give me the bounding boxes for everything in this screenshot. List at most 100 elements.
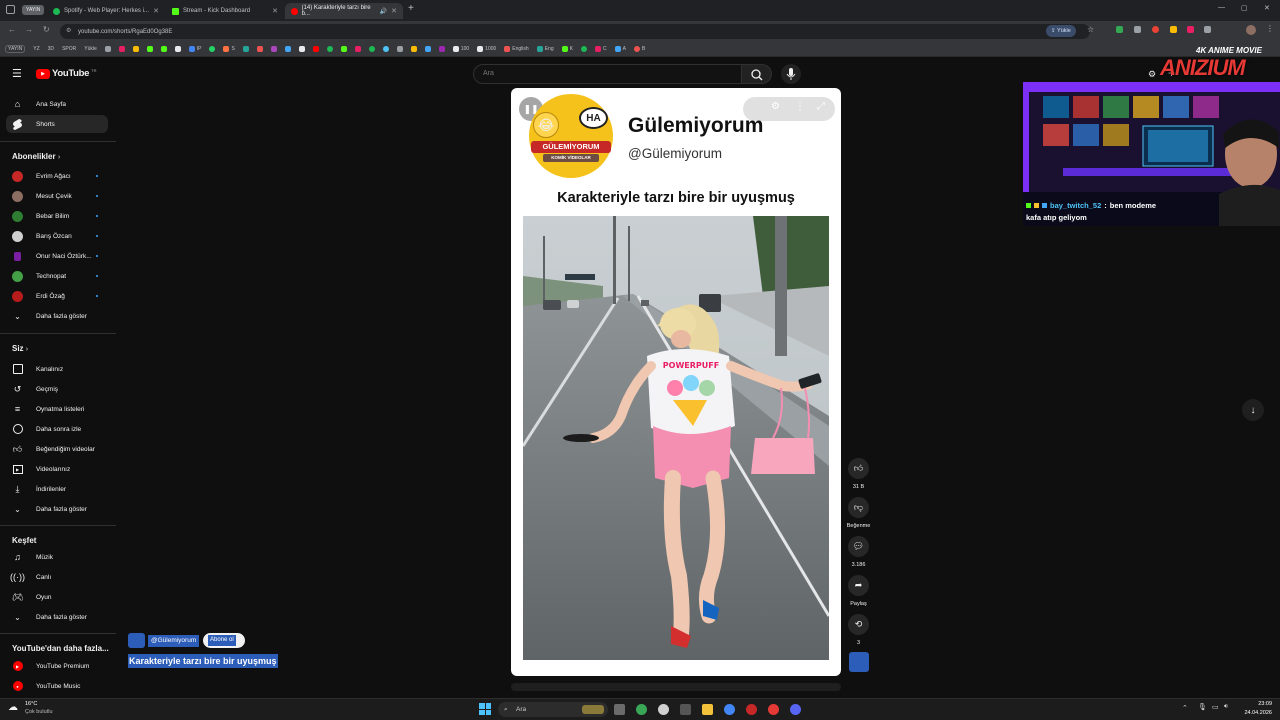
bookmark[interactable]: [146, 46, 153, 52]
sidebar-item-downloads[interactable]: ⤓ İndirilenler: [0, 480, 110, 498]
close-window-icon[interactable]: ✕: [1264, 4, 1270, 12]
clock-date[interactable]: 24.04.2026: [1236, 710, 1272, 716]
sidebar-item-subscription[interactable]: Barış Özcan: [0, 227, 110, 245]
chevron-up-icon[interactable]: ⌃: [1182, 704, 1188, 712]
like-button[interactable]: 👍︎: [848, 458, 869, 479]
terminal-icon[interactable]: [680, 704, 691, 715]
bookmark[interactable]: [270, 46, 277, 52]
more-options-icon[interactable]: ⋮: [795, 101, 805, 112]
star-icon[interactable]: ☆: [1087, 25, 1094, 34]
voice-search-button[interactable]: [781, 64, 801, 84]
bookmark[interactable]: 100: [452, 46, 469, 52]
bookmark[interactable]: [580, 46, 587, 52]
bookmark[interactable]: [256, 46, 263, 52]
upload-extension-button[interactable]: ⇪ Yükle: [1046, 25, 1076, 37]
tab-groups-icon[interactable]: [6, 5, 15, 14]
bookmark[interactable]: IP: [188, 46, 201, 52]
sidebar-item-youtube-premium[interactable]: ▶ YouTube Premium: [0, 657, 110, 675]
sidebar-item-your-channel[interactable]: Kanalınız: [0, 360, 110, 378]
channel-avatar[interactable]: [128, 633, 145, 648]
extension-icon[interactable]: [1170, 26, 1177, 33]
share-button[interactable]: ➦: [848, 575, 869, 596]
sidebar-item-history[interactable]: ↺ Geçmiş: [0, 380, 110, 398]
bookmark[interactable]: [209, 46, 216, 52]
bookmark[interactable]: YZ: [33, 46, 39, 52]
start-button[interactable]: [479, 703, 491, 715]
bookmark[interactable]: [312, 46, 319, 52]
bookmark[interactable]: [340, 46, 347, 52]
sidebar-item-subscription[interactable]: Evrim Ağacı: [0, 167, 110, 185]
network-icon[interactable]: ▭: [1212, 703, 1219, 711]
bookmark[interactable]: Eng: [536, 46, 554, 52]
bookmark[interactable]: [326, 46, 333, 52]
minimize-icon[interactable]: —: [1218, 4, 1225, 11]
sidebar-item-your-videos[interactable]: ▶ Videolarınız: [0, 460, 110, 478]
bookmark[interactable]: S: [223, 46, 235, 52]
address-bar[interactable]: ⚙ youtube.com/shorts/RgaEd0Og38E: [60, 24, 1090, 39]
bookmark[interactable]: Yükle: [84, 46, 97, 52]
new-tab-button[interactable]: +: [408, 3, 414, 14]
audio-playing-icon[interactable]: 🔊: [380, 8, 387, 15]
bookmark[interactable]: [410, 46, 417, 52]
close-icon[interactable]: ✕: [272, 7, 278, 15]
bookmark[interactable]: [438, 46, 445, 52]
next-short-button[interactable]: ↓: [1242, 399, 1264, 421]
bookmark[interactable]: [118, 46, 125, 52]
extension-icon[interactable]: [1134, 26, 1141, 33]
bookmark[interactable]: [104, 46, 111, 52]
sidebar-item-subscription[interactable]: Mesut Çevik: [0, 187, 110, 205]
weather-icon[interactable]: ☁: [8, 702, 18, 713]
hamburger-menu-icon[interactable]: ☰: [12, 67, 22, 80]
sidebar-item-subscription[interactable]: Onur Naci Öztürk...: [0, 247, 110, 265]
settings-icon[interactable]: ⚙: [771, 101, 780, 112]
fullscreen-icon[interactable]: ⤢: [817, 101, 825, 112]
bookmark[interactable]: [284, 46, 291, 52]
remix-button[interactable]: ⟲: [848, 614, 869, 635]
forward-icon[interactable]: →: [25, 25, 33, 34]
comments-button[interactable]: 💬︎: [848, 536, 869, 557]
settings-icon[interactable]: ⚙: [1148, 69, 1156, 80]
sound-thumbnail[interactable]: [849, 652, 869, 672]
bookmark[interactable]: [242, 46, 249, 52]
chrome-icon[interactable]: [724, 704, 735, 715]
site-info-icon[interactable]: ⚙: [66, 27, 71, 34]
bookmark[interactable]: C: [594, 46, 607, 52]
profile-avatar[interactable]: [1246, 25, 1256, 35]
bookmark[interactable]: 3D: [48, 46, 54, 52]
subscriptions-header[interactable]: Abonelikler ›: [12, 152, 60, 161]
file-explorer-icon[interactable]: [702, 704, 713, 715]
sidebar-item-music[interactable]: ♫ Müzik: [0, 548, 110, 566]
bookmark[interactable]: [424, 46, 431, 52]
bookmark[interactable]: [298, 46, 305, 52]
sidebar-item-playlists[interactable]: ≡ Oynatma listeleri: [0, 400, 110, 418]
close-icon[interactable]: ✕: [391, 7, 397, 15]
extension-icon[interactable]: [1116, 26, 1123, 33]
extension-icon[interactable]: [1187, 26, 1194, 33]
sidebar-item-subscription[interactable]: Erdi Özağ: [0, 287, 110, 305]
bookmark[interactable]: [396, 46, 403, 52]
app-icon[interactable]: [746, 704, 757, 715]
discord-icon[interactable]: [790, 704, 801, 715]
close-icon[interactable]: ✕: [153, 7, 159, 15]
sidebar-item-shorts[interactable]: Shorts: [6, 115, 108, 133]
bookmark[interactable]: [174, 46, 181, 52]
bookmark[interactable]: [368, 46, 375, 52]
bookmark[interactable]: [160, 46, 167, 52]
back-icon[interactable]: ←: [8, 25, 16, 34]
search-button[interactable]: [742, 64, 772, 84]
task-view-icon[interactable]: [614, 704, 625, 715]
sidebar-item-live[interactable]: ((·)) Canlı: [0, 568, 110, 586]
menu-dots-icon[interactable]: ⋮: [1266, 24, 1274, 33]
clock-time[interactable]: 23:09: [1240, 701, 1272, 707]
app-icon[interactable]: [768, 704, 779, 715]
youtube-logo[interactable]: ▶ YouTube TR: [36, 68, 96, 79]
bookmark[interactable]: K: [561, 46, 573, 52]
extension-icon[interactable]: [1152, 26, 1159, 33]
tab-kick[interactable]: Stream - Kick Dashboard ✕: [166, 3, 284, 19]
dislike-button[interactable]: 👎︎: [848, 497, 869, 518]
bookmark[interactable]: B: [633, 46, 645, 52]
you-header[interactable]: Siz ›: [12, 344, 28, 353]
sidebar-item-youtube-music[interactable]: ● YouTube Music: [0, 677, 110, 695]
show-more-you[interactable]: ⌄ Daha fazla göster: [0, 500, 110, 518]
bookmark[interactable]: SPOR: [62, 46, 76, 52]
